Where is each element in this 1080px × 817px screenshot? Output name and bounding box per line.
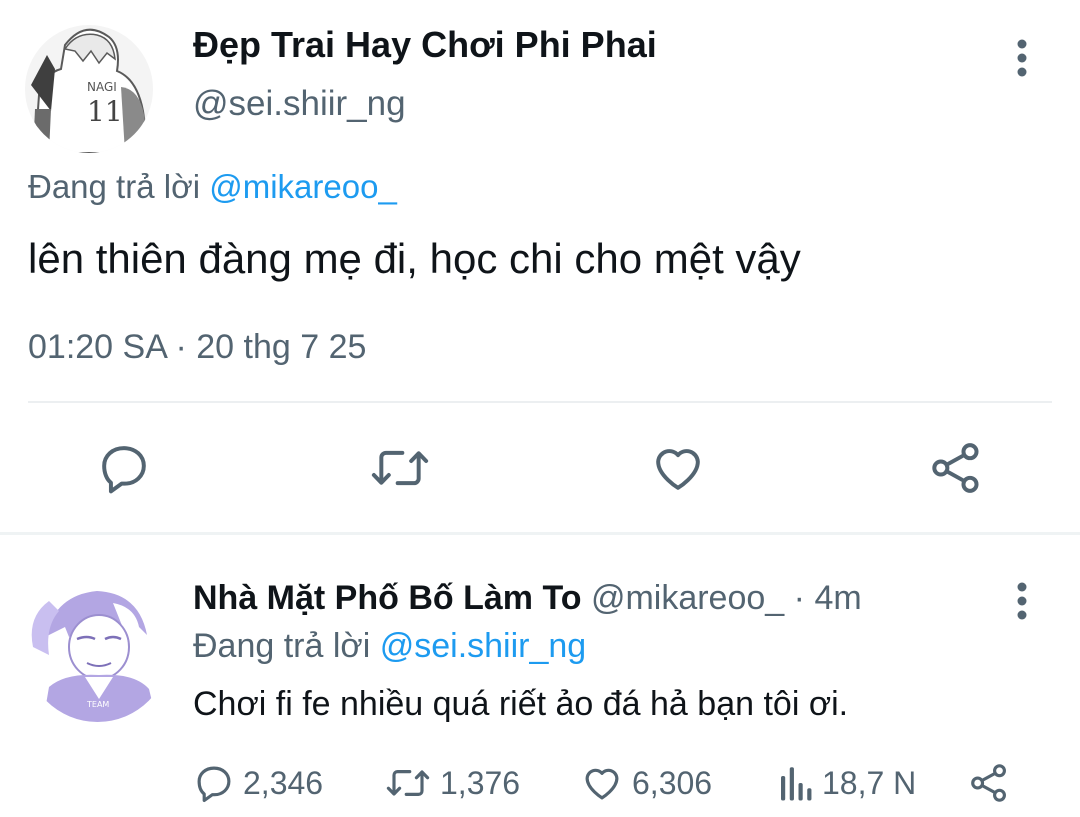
replying-to: Đang trả lời @mikareoo_: [28, 168, 397, 206]
replying-mention-link[interactable]: @mikareoo_: [209, 168, 397, 205]
reply-button[interactable]: 2,346: [193, 757, 323, 809]
avatar[interactable]: NAGI 11: [25, 25, 153, 153]
like-count: 6,306: [632, 764, 713, 801]
like-icon: [585, 768, 619, 800]
tweet-text: lên thiên đàng mẹ đi, học chi cho mệt vậ…: [28, 235, 801, 282]
views-button[interactable]: 18,7 N: [776, 757, 916, 809]
share-icon: [971, 764, 1006, 802]
like-button[interactable]: [646, 432, 710, 504]
views-icon: [781, 767, 812, 801]
avatar[interactable]: TEAM: [25, 577, 170, 722]
views-count: 18,7 N: [822, 764, 917, 801]
like-button[interactable]: 6,306: [580, 757, 712, 809]
like-icon: [656, 449, 700, 490]
share-icon: [932, 443, 979, 493]
reply-header: Nhà Mặt Phố Bố Làm To @mikareoo_ · 4m: [193, 579, 862, 618]
avatar-jersey-number: 11: [87, 95, 123, 128]
meta-separator: ·: [175, 328, 187, 366]
replying-to: Đang trả lời @sei.shiir_ng: [193, 627, 586, 666]
retweet-icon: [386, 770, 430, 796]
display-name[interactable]: Nhà Mặt Phố Bố Làm To: [193, 579, 581, 617]
more-vertical-icon[interactable]: [1004, 36, 1040, 80]
tweet-time: 01:20 SA: [28, 328, 167, 366]
replying-prefix: Đang trả lời: [28, 168, 201, 205]
reply-icon: [102, 446, 146, 494]
handle[interactable]: @mikareoo_: [591, 579, 784, 617]
avatar-jersey-text: NAGI: [87, 80, 117, 94]
retweet-button[interactable]: 1,376: [384, 757, 520, 809]
header-separator: ·: [793, 579, 805, 617]
retweet-icon: [371, 450, 429, 486]
reply-button[interactable]: [92, 432, 156, 504]
tweet-timestamp[interactable]: 01:20 SA · 20 thg 7 25: [28, 328, 366, 367]
tweet-text: Chơi fi fe nhiều quá riết ảo đá hả bạn t…: [193, 685, 849, 723]
tweet-actions: 2,346 1,376 6,306 18,7 N: [0, 757, 1080, 809]
replying-mention-link[interactable]: @sei.shiir_ng: [380, 627, 587, 665]
more-vertical-icon[interactable]: [1004, 579, 1040, 623]
handle[interactable]: @sei.shiir_ng: [193, 84, 406, 124]
reply-tweet[interactable]: TEAM Nhà Mặt Phố Bố Làm To @mikareoo_ · …: [0, 535, 1080, 817]
display-name[interactable]: Đẹp Trai Hay Chơi Phi Phai: [193, 24, 657, 66]
tweet-date: 20 thg 7 25: [196, 328, 367, 366]
tweet-actions: [0, 432, 1080, 504]
tweet-time-ago[interactable]: 4m: [814, 579, 861, 617]
reply-count: 2,346: [243, 764, 324, 801]
share-button[interactable]: [924, 432, 988, 504]
main-tweet: NAGI 11 Đẹp Trai Hay Chơi Phi Phai @sei.…: [0, 0, 1080, 528]
retweet-count: 1,376: [440, 764, 521, 801]
replying-prefix: Đang trả lời: [193, 627, 371, 665]
avatar-jersey-text: TEAM: [86, 700, 109, 709]
divider: [28, 401, 1052, 403]
retweet-button[interactable]: [368, 432, 432, 504]
share-button[interactable]: [968, 757, 1010, 809]
reply-icon: [197, 766, 231, 803]
